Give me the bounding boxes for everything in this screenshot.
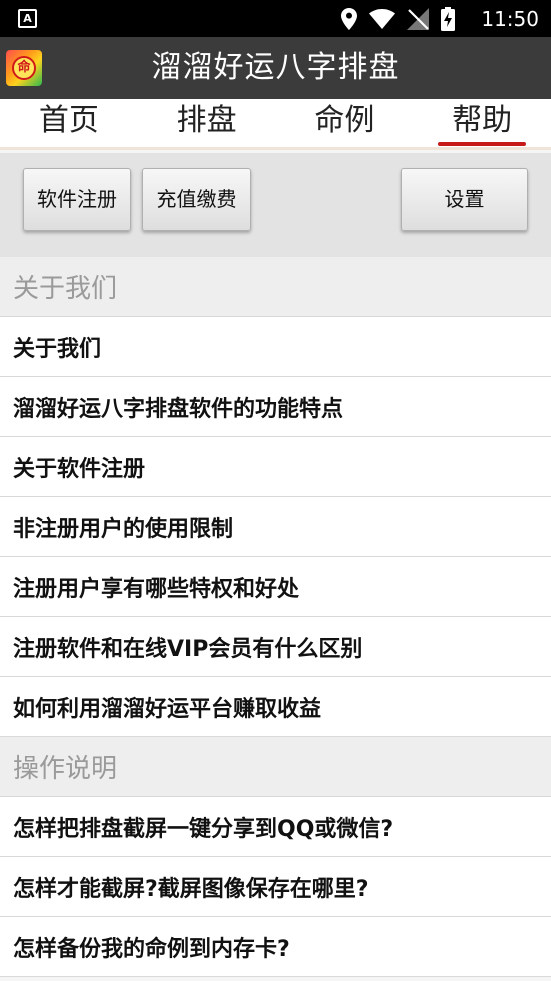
recharge-button[interactable]: 充值缴费: [142, 168, 251, 231]
no-signal-icon: [407, 8, 429, 30]
location-icon: [341, 8, 357, 30]
status-bar: A 11:50: [0, 0, 551, 37]
wifi-icon: [369, 9, 395, 29]
section-header-operation: 操作说明: [0, 737, 551, 797]
list-item[interactable]: 怎样备份我的命例到内存卡?: [0, 917, 551, 977]
list-item[interactable]: 关于我们: [0, 317, 551, 377]
list-item[interactable]: 溜溜好运八字排盘软件的功能特点: [0, 377, 551, 437]
settings-button[interactable]: 设置: [401, 168, 528, 231]
list-item[interactable]: 怎样才能截屏?截屏图像保存在哪里?: [0, 857, 551, 917]
software-register-button[interactable]: 软件注册: [23, 168, 131, 231]
list-item[interactable]: 注册软件和在线VIP会员有什么区别: [0, 617, 551, 677]
app-title: 溜溜好运八字排盘: [151, 50, 400, 85]
list-item[interactable]: 如何利用溜溜好运平台赚取收益: [0, 677, 551, 737]
tab-help[interactable]: 帮助: [413, 99, 551, 147]
list-item[interactable]: 注册用户享有哪些特权和好处: [0, 557, 551, 617]
list-item[interactable]: 非注册用户的使用限制: [0, 497, 551, 557]
tab-home[interactable]: 首页: [0, 99, 138, 147]
app-notification-icon: A: [18, 9, 37, 28]
tab-bar: 首页 排盘 命例 帮助: [0, 99, 551, 150]
status-time: 11:50: [481, 7, 539, 31]
battery-charging-icon: [441, 7, 455, 31]
toolbar: 软件注册 充值缴费 设置: [0, 153, 551, 257]
list-item[interactable]: 怎样把排盘截屏一键分享到QQ或微信?: [0, 797, 551, 857]
tab-paipan[interactable]: 排盘: [138, 99, 276, 147]
status-icons: [341, 6, 455, 32]
tab-cases[interactable]: 命例: [276, 99, 414, 147]
section-header-about: 关于我们: [0, 257, 551, 317]
list-item[interactable]: 关于软件注册: [0, 437, 551, 497]
title-bar: 命 溜溜好运八字排盘: [0, 37, 551, 99]
help-list: 关于我们 关于我们 溜溜好运八字排盘软件的功能特点 关于软件注册 非注册用户的使…: [0, 257, 551, 977]
